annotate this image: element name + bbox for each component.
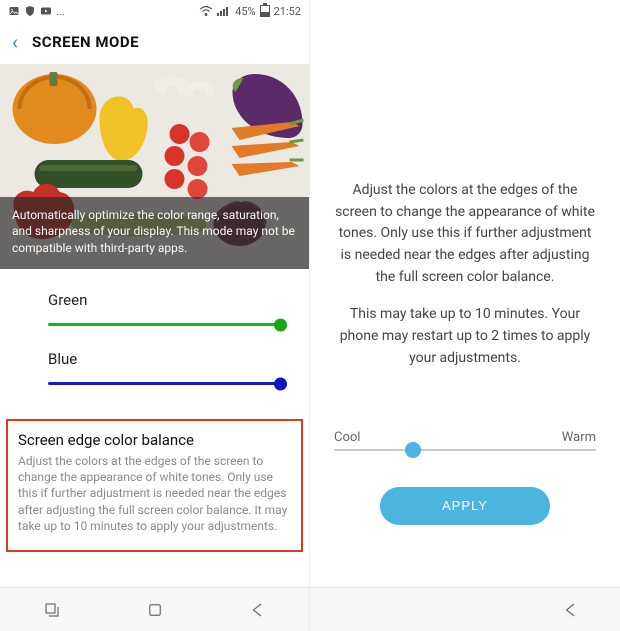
screen-edge-color-balance-item[interactable]: Screen edge color balance Adjust the col… — [6, 419, 303, 552]
green-slider-label: Green — [48, 291, 281, 309]
battery-pct: 45% — [235, 5, 255, 18]
temperature-slider-thumb[interactable] — [405, 442, 421, 458]
wifi-icon — [199, 5, 213, 17]
blue-slider-thumb[interactable] — [274, 377, 287, 390]
blue-slider-label: Blue — [48, 350, 281, 368]
home-button[interactable] — [146, 601, 164, 619]
page-title: SCREEN MODE — [32, 33, 139, 51]
nav-bar-right — [310, 587, 620, 631]
back-nav-button[interactable] — [562, 601, 580, 619]
more-icon: ... — [56, 5, 65, 18]
screen-edge-title: Screen edge color balance — [18, 431, 291, 449]
edge-balance-description-1: Adjust the colors at the edges of the sc… — [334, 180, 596, 288]
color-sliders: Green Blue — [0, 269, 309, 409]
edge-balance-description-2: This may take up to 10 minutes. Your pho… — [334, 304, 596, 369]
back-nav-button[interactable] — [249, 601, 267, 619]
signal-icon — [217, 6, 231, 16]
apply-button[interactable]: APPLY — [380, 487, 550, 525]
youtube-icon — [40, 5, 52, 17]
temperature-slider[interactable] — [334, 449, 596, 451]
recents-button[interactable] — [43, 601, 61, 619]
cool-label: Cool — [334, 430, 360, 445]
right-screen: Adjust the colors at the edges of the sc… — [310, 0, 620, 631]
status-bar: ... 45% 21:52 — [0, 0, 309, 22]
nav-bar — [0, 587, 309, 631]
back-button[interactable]: ‹ — [12, 32, 18, 52]
blue-slider[interactable] — [48, 382, 281, 385]
header: ‹ SCREEN MODE — [0, 22, 309, 64]
left-screen: ... 45% 21:52 ‹ SCREEN MODE — [0, 0, 310, 631]
preview-caption: Automatically optimize the color range, … — [0, 197, 309, 269]
temperature-slider-block: Cool Warm — [334, 430, 596, 451]
green-slider-thumb[interactable] — [274, 318, 287, 331]
shield-icon — [24, 5, 36, 17]
image-icon — [8, 5, 20, 17]
green-slider-block: Green — [48, 291, 281, 326]
blue-slider-block: Blue — [48, 350, 281, 385]
warm-label: Warm — [562, 430, 596, 445]
battery-icon — [260, 5, 270, 17]
clock: 21:52 — [274, 5, 301, 18]
display-preview-image: Automatically optimize the color range, … — [0, 64, 309, 269]
screen-edge-body: Adjust the colors at the edges of the sc… — [18, 453, 291, 534]
green-slider[interactable] — [48, 323, 281, 326]
